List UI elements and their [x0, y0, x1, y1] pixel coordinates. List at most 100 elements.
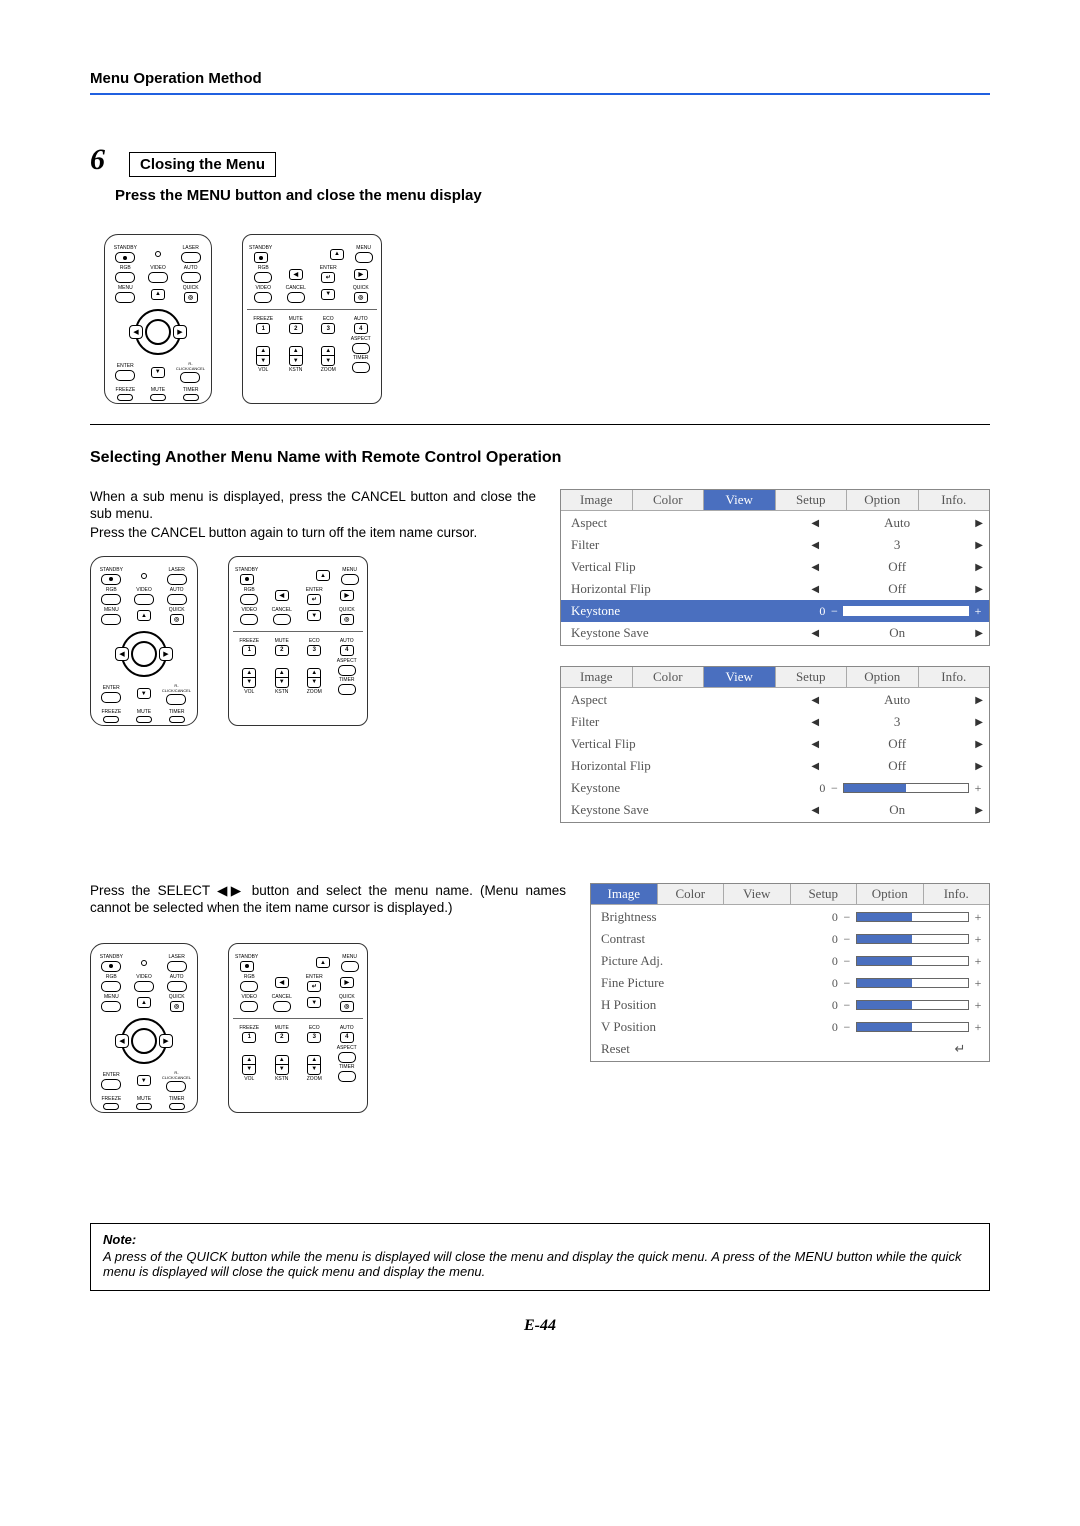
osd-tabs: ImageColorViewSetupOptionInfo.	[561, 490, 989, 511]
plus-icon: +	[973, 1020, 983, 1035]
minus-icon: −	[842, 910, 852, 925]
rm-label: R-CLICK/CANCEL	[176, 361, 205, 371]
rm-label: AUTO	[184, 265, 198, 271]
osd-value: 0	[824, 1020, 838, 1035]
osd-value: Off	[825, 581, 969, 597]
slider-bar	[843, 606, 969, 616]
osd-row: Aspect◀Auto▶	[561, 512, 989, 534]
right-arrow-icon: ▶	[975, 805, 983, 816]
osd-item-label: Vertical Flip	[571, 559, 811, 575]
down-icon: ▼	[151, 367, 165, 378]
slider-bar	[856, 912, 969, 922]
left-arrow-icon: ◀	[811, 739, 819, 750]
rm-label: MUTE	[289, 316, 303, 322]
num-btn: 1	[256, 323, 270, 334]
left-arrow-icon: ◀	[811, 695, 819, 706]
osd-tab: View	[704, 667, 776, 688]
osd-item-label: Horizontal Flip	[571, 581, 811, 597]
osd-item-label: Filter	[571, 537, 811, 553]
left-icon: ◀	[129, 325, 143, 339]
osd-row: Filter◀3▶	[561, 711, 989, 733]
slider-bar	[856, 1022, 969, 1032]
left-arrow-icon: ◀	[811, 518, 819, 529]
osd-row: Aspect◀Auto▶	[561, 689, 989, 711]
osd-value: 0	[811, 781, 825, 796]
minus-icon: −	[842, 932, 852, 947]
right-arrow-icon: ▶	[975, 739, 983, 750]
remote-small: STANDBY LASER RGB VIDEO AUTO MENU ▲ QUIC…	[104, 234, 212, 404]
plus-icon: +	[973, 998, 983, 1013]
led-icon	[155, 251, 161, 257]
quick-icon: ◎	[354, 292, 368, 303]
slider-bar	[856, 978, 969, 988]
rm-label: RGB	[120, 265, 131, 271]
osd-item-label: Fine Picture	[601, 975, 824, 991]
enter-icon: ↵	[321, 272, 335, 283]
remote-illustrations-1: STANDBY LASER RGB VIDEO AUTO MENU ▲ QUIC…	[104, 234, 990, 404]
rm-label: RGB	[258, 265, 269, 271]
left-arrow-icon: ◀	[811, 562, 819, 573]
rm-label: VOL	[258, 367, 268, 373]
rm-label: ASPECT	[351, 336, 371, 342]
left-arrow-icon: ◀	[811, 805, 819, 816]
osd-item-label: Brightness	[601, 909, 824, 925]
osd-value: 0	[811, 604, 825, 619]
remote-small: STANDBYLASER RGBVIDEOAUTO MENU▲QUICK◎ ◀▶…	[90, 556, 198, 726]
remote-small: STANDBYLASER RGBVIDEOAUTO MENU▲QUICK◎ ◀▶…	[90, 943, 198, 1113]
right-icon: ▶	[173, 325, 187, 339]
quick-icon: ◎	[184, 292, 198, 303]
right-arrow-icon: ▶	[975, 628, 983, 639]
plus-icon: +	[973, 932, 983, 947]
osd-value: 0	[824, 954, 838, 969]
osd-tab: Image	[561, 490, 633, 511]
osd-item-label: V Position	[601, 1019, 824, 1035]
right-arrow-icon: ▶	[975, 717, 983, 728]
minus-icon: −	[829, 604, 839, 619]
rm-label: MENU	[356, 245, 371, 251]
plus-icon: +	[973, 954, 983, 969]
osd-item-label: Reset	[601, 1041, 824, 1057]
osd-tab: View	[704, 490, 776, 511]
right-icon: ▶	[354, 269, 368, 280]
osd-item-label: Picture Adj.	[601, 953, 824, 969]
rm-label: KSTN	[289, 367, 302, 373]
osd-tab: Option	[857, 884, 924, 905]
osd-row: Contrast0− +	[591, 928, 989, 950]
minus-icon: −	[842, 976, 852, 991]
minus-icon: −	[842, 998, 852, 1013]
osd-tab: Image	[561, 667, 633, 688]
divider	[90, 424, 990, 425]
osd-row: Filter◀3▶	[561, 534, 989, 556]
up-icon: ▲	[330, 249, 344, 260]
right-arrow-icon: ▶	[975, 761, 983, 772]
note-body: A press of the QUICK button while the me…	[103, 1249, 977, 1280]
rm-label: FREEZE	[253, 316, 273, 322]
osd-item-label: Keystone	[571, 603, 811, 619]
para-1b: Press the CANCEL button again to turn of…	[90, 525, 536, 542]
rm-label: VIDEO	[255, 285, 271, 291]
right-arrow-icon: ▶	[975, 518, 983, 529]
osd-item-label: Aspect	[571, 692, 811, 708]
osd-tab: Color	[633, 667, 705, 688]
header-rule	[90, 93, 990, 95]
slider-bar	[843, 783, 969, 793]
osd-value: 3	[825, 537, 969, 553]
osd-tab: Option	[847, 667, 919, 688]
osd-value: On	[825, 802, 969, 818]
osd-value: 3	[825, 714, 969, 730]
right-arrow-icon: ▶	[975, 562, 983, 573]
osd-item-label: Keystone Save	[571, 802, 811, 818]
slider-bar	[856, 956, 969, 966]
rm-label: LASER	[182, 245, 198, 251]
osd-item-label: Contrast	[601, 931, 824, 947]
osd-item-label: Aspect	[571, 515, 811, 531]
rm-label: ECO	[323, 316, 334, 322]
osd-value: 0	[824, 932, 838, 947]
osd-value: Auto	[825, 692, 969, 708]
osd-row: Keystone0−+	[561, 600, 989, 622]
osd-value: Off	[825, 736, 969, 752]
zoom-rocker: ▲▼	[321, 346, 335, 366]
osd-tab: Setup	[791, 884, 858, 905]
page-number: E-44	[90, 1317, 990, 1335]
rm-label: MENU	[118, 285, 133, 291]
